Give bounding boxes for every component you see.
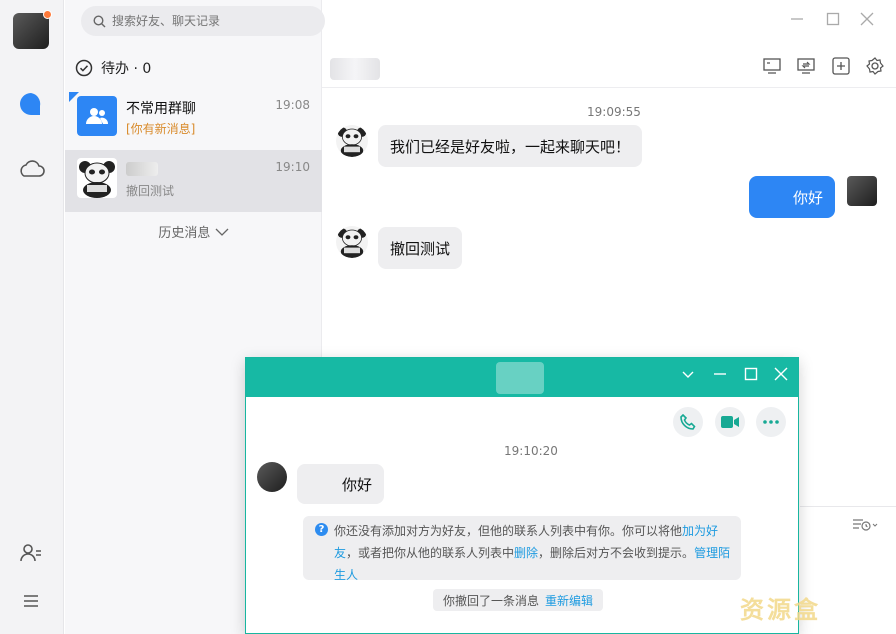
recall-text: 你撤回了一条消息 [443, 593, 540, 608]
history-label: 历史消息 [158, 226, 211, 241]
minimize-icon[interactable] [713, 367, 727, 381]
voice-call-button[interactable] [673, 407, 703, 437]
cloud-icon[interactable] [17, 155, 45, 183]
group-avatar [77, 96, 117, 136]
help-icon: ? [315, 523, 328, 536]
search-icon [93, 14, 106, 27]
message-history-icon[interactable] [852, 518, 878, 532]
video-call-button[interactable] [715, 407, 745, 437]
pinned-corner-icon [69, 92, 79, 102]
settings-icon[interactable] [865, 56, 885, 76]
add-contact-icon[interactable] [17, 539, 45, 567]
popup-title-bar [246, 358, 798, 397]
popup-title-blurred [496, 362, 544, 394]
recall-notice: 你撤回了一条消息 重新编辑 [433, 589, 604, 611]
notice-text-2: ，或者把你从他的联系人列表中 [346, 546, 515, 560]
remote-control-icon[interactable] [796, 56, 816, 76]
sender-avatar[interactable] [257, 462, 287, 492]
popup-chat-window: 19:10:20 你好 ? 你还没有添加对方为好友，但他的联系人列表中有你。你可… [245, 357, 799, 634]
todo-row[interactable]: 待办 · 0 [75, 58, 151, 78]
group-icon [86, 108, 109, 124]
nav-rail [0, 0, 64, 634]
re-edit-link[interactable]: 重新编辑 [545, 592, 593, 609]
notice-text-3: ，删除后对方不会收到提示。 [538, 546, 695, 560]
notice-text-1: 你还没有添加对方为好友，但他的联系人列表中有你。你可以将他 [334, 524, 683, 538]
screen-share-icon[interactable] [762, 56, 782, 76]
message-bubble[interactable]: 撤回测试 [378, 227, 463, 269]
search-input[interactable] [112, 14, 312, 28]
conversation-name: 不常用群聊 [126, 101, 196, 117]
popup-timestamp: 19:10:20 [504, 444, 558, 458]
watermark: 资源盒 [740, 596, 821, 624]
composer-divider [800, 506, 896, 507]
video-camera-icon [721, 416, 739, 428]
close-icon[interactable] [860, 12, 874, 26]
status-dot [43, 10, 52, 19]
maximize-icon[interactable] [744, 367, 758, 381]
panda-avatar [77, 158, 117, 198]
minimize-icon[interactable] [790, 12, 804, 26]
check-circle-icon [75, 59, 93, 77]
history-messages-toggle[interactable]: 历史消息 [65, 222, 322, 241]
more-dots-icon [763, 420, 779, 424]
chevron-down-icon [215, 228, 229, 236]
panda-avatar[interactable] [336, 125, 368, 157]
message-bubble[interactable]: 我们已经是好友啦，一起来聊天吧！ [378, 125, 643, 167]
search-box[interactable] [81, 6, 325, 36]
chat-header [322, 44, 896, 88]
conversation-preview: 撤回测试 [126, 184, 175, 198]
more-options-button[interactable] [756, 407, 786, 437]
message-bubble-outgoing[interactable]: 你好 [749, 176, 835, 218]
panda-avatar[interactable] [336, 226, 368, 258]
conversation-time: 19:10 [275, 160, 310, 174]
delete-link[interactable]: 删除 [514, 546, 538, 560]
menu-icon[interactable] [17, 587, 45, 615]
phone-icon [680, 414, 696, 430]
chat-timestamp: 19:09:55 [587, 105, 641, 119]
my-avatar[interactable] [13, 10, 52, 49]
chat-title-blurred [330, 58, 380, 80]
close-icon[interactable] [774, 367, 788, 381]
conversation-time: 19:08 [275, 98, 310, 112]
chat-icon[interactable] [17, 90, 45, 118]
conversation-name-blurred [126, 162, 158, 176]
todo-label: 待办 · 0 [101, 61, 152, 77]
chevron-down-icon[interactable] [681, 367, 695, 381]
conversation-item-panda[interactable]: 撤回测试 19:10 [65, 150, 322, 212]
maximize-icon[interactable] [826, 12, 840, 26]
conversation-item-group[interactable]: 不常用群聊 [你有新消息] 19:08 [65, 88, 322, 150]
stranger-notice: ? 你还没有添加对方为好友，但他的联系人列表中有你。你可以将他加为好友，或者把你… [303, 516, 741, 582]
my-avatar-small[interactable] [847, 176, 877, 206]
popup-message-bubble[interactable]: 你好 [297, 464, 384, 504]
add-app-icon[interactable] [831, 56, 851, 76]
conversation-preview: [你有新消息] [126, 122, 196, 136]
